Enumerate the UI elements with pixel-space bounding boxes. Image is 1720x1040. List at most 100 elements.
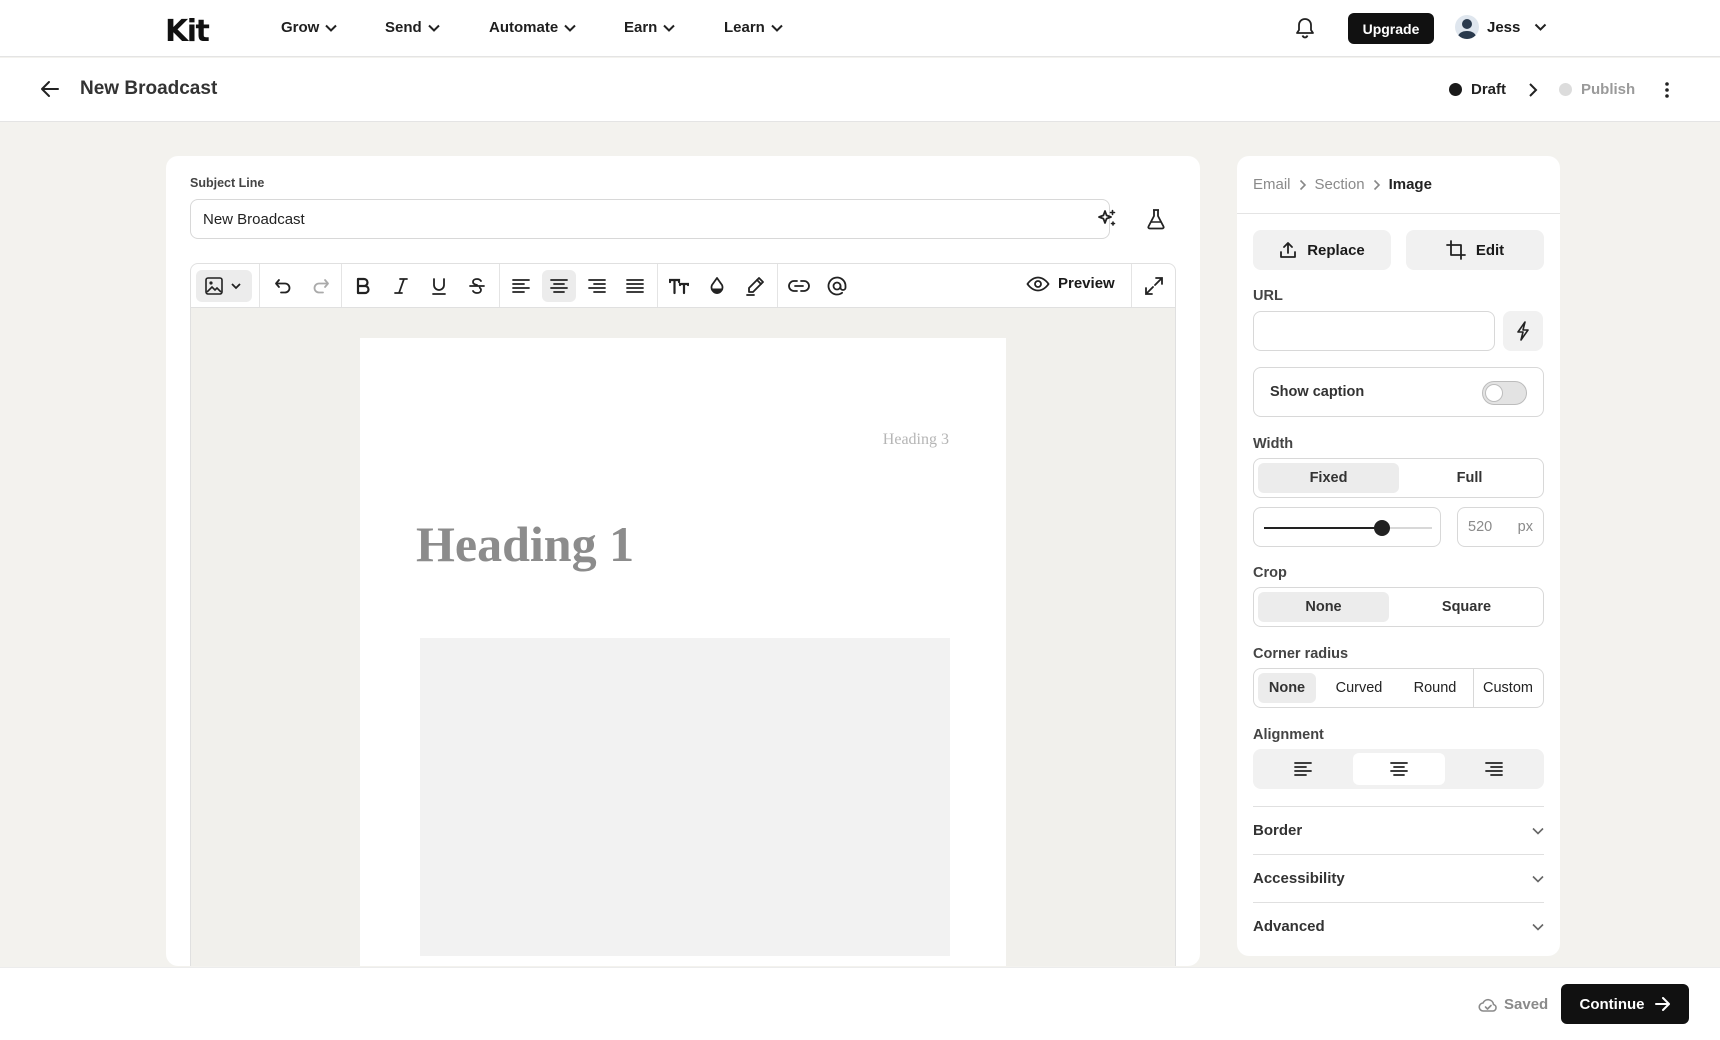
image-align-left-icon[interactable]: [1257, 753, 1349, 785]
upgrade-button[interactable]: Upgrade: [1348, 13, 1434, 44]
radius-custom-option[interactable]: Custom: [1475, 673, 1541, 703]
link-icon[interactable]: [782, 270, 816, 302]
width-label: Width: [1253, 436, 1294, 452]
corner-radius-segmented-control: None Curved Round Custom: [1253, 668, 1544, 708]
heading-3-block[interactable]: Heading 3: [883, 431, 949, 449]
advanced-section[interactable]: Advanced: [1253, 902, 1544, 950]
heading-1-block[interactable]: Heading 1: [416, 515, 634, 573]
page-title: New Broadcast: [80, 78, 218, 99]
nav-earn[interactable]: Earn: [624, 19, 676, 36]
font-size-icon[interactable]: [662, 270, 696, 302]
status-publish[interactable]: Publish: [1559, 81, 1635, 98]
nav-learn-label: Learn: [724, 19, 765, 36]
bell-icon[interactable]: [1295, 17, 1315, 39]
replace-label: Replace: [1307, 241, 1365, 259]
replace-button[interactable]: Replace: [1253, 230, 1391, 270]
test-flask-icon[interactable]: [1145, 208, 1167, 230]
align-right-icon[interactable]: [580, 270, 614, 302]
corner-radius-label: Corner radius: [1253, 646, 1349, 662]
chevron-down-icon: [427, 24, 440, 32]
width-value-field[interactable]: 520 px: [1457, 507, 1544, 547]
preview-button[interactable]: Preview: [1026, 275, 1115, 292]
subject-line-label: Subject Line: [190, 176, 265, 190]
lightning-bolt-icon[interactable]: [1503, 311, 1543, 351]
email-body: Heading 3 Heading 1: [360, 338, 1006, 966]
chevron-down-icon: [771, 24, 783, 32]
image-placeholder-block[interactable]: [420, 638, 950, 956]
ai-sparkle-icon[interactable]: [1096, 208, 1118, 230]
crop-square-option[interactable]: Square: [1393, 592, 1540, 622]
continue-label: Continue: [1579, 995, 1645, 1013]
image-settings-panel: Email Section Image Replace Edit URL Sho…: [1237, 156, 1560, 956]
border-section[interactable]: Border: [1253, 806, 1544, 854]
radius-round-option[interactable]: Round: [1400, 673, 1470, 703]
radius-curved-option[interactable]: Curved: [1320, 673, 1398, 703]
broadcast-header: New Broadcast Draft Publish: [0, 58, 1720, 122]
breadcrumb-section[interactable]: Section: [1315, 176, 1365, 193]
nav-send[interactable]: Send: [385, 19, 440, 36]
undo-icon[interactable]: [266, 270, 300, 302]
accessibility-section-label: Accessibility: [1253, 870, 1345, 887]
toolbar-divider: [657, 264, 658, 307]
draft-dot-icon: [1449, 83, 1462, 96]
toggle-knob: [1485, 384, 1503, 402]
chevron-down-icon: [1535, 23, 1547, 31]
image-align-center-icon[interactable]: [1353, 753, 1445, 785]
subject-line-input[interactable]: [190, 199, 1110, 239]
nav-grow-label: Grow: [281, 19, 320, 36]
width-full-option[interactable]: Full: [1399, 463, 1540, 493]
chevron-right-icon: [1299, 179, 1306, 190]
editor-toolbar: Preview: [190, 263, 1176, 308]
bold-icon[interactable]: [346, 270, 380, 302]
text-color-icon[interactable]: [700, 270, 734, 302]
breadcrumb-email[interactable]: Email: [1253, 176, 1291, 193]
upload-icon: [1280, 242, 1297, 258]
edit-button[interactable]: Edit: [1406, 230, 1544, 270]
width-slider-thumb[interactable]: [1373, 520, 1390, 536]
divider: [1473, 669, 1474, 707]
status-publish-label: Publish: [1581, 81, 1636, 98]
crop-none-option[interactable]: None: [1258, 592, 1389, 622]
image-align-right-icon[interactable]: [1448, 753, 1540, 785]
width-unit: px: [1517, 519, 1533, 535]
align-center-icon[interactable]: [542, 270, 576, 302]
toolbar-divider: [1131, 264, 1132, 307]
kit-logo[interactable]: Kit: [165, 14, 210, 49]
toolbar-divider: [499, 264, 500, 307]
url-input[interactable]: [1253, 311, 1495, 351]
underline-icon[interactable]: [422, 270, 456, 302]
accessibility-section[interactable]: Accessibility: [1253, 854, 1544, 902]
align-justify-icon[interactable]: [618, 270, 652, 302]
eye-icon: [1026, 276, 1050, 291]
continue-button[interactable]: Continue: [1561, 984, 1689, 1024]
status-draft-label: Draft: [1471, 81, 1507, 98]
toolbar-divider: [259, 264, 260, 307]
expand-fullscreen-icon[interactable]: [1137, 270, 1171, 302]
crop-label: Crop: [1253, 565, 1287, 581]
width-slider-track[interactable]: [1264, 520, 1432, 536]
nav-earn-label: Earn: [624, 19, 658, 36]
status-draft[interactable]: Draft: [1449, 81, 1506, 98]
saved-label: Saved: [1504, 996, 1549, 1013]
radius-none-option[interactable]: None: [1258, 673, 1316, 703]
nav-learn[interactable]: Learn: [724, 19, 783, 36]
mention-at-icon[interactable]: [820, 270, 854, 302]
chevron-down-icon: [1532, 923, 1544, 931]
nav-automate-label: Automate: [489, 19, 559, 36]
italic-icon[interactable]: [384, 270, 418, 302]
back-arrow-icon[interactable]: [40, 79, 60, 99]
show-caption-toggle[interactable]: [1482, 381, 1527, 405]
nav-automate[interactable]: Automate: [489, 19, 576, 36]
strikethrough-icon[interactable]: [460, 270, 494, 302]
arrow-right-icon: [1654, 997, 1670, 1011]
bottom-action-bar: Saved Continue: [0, 967, 1720, 1040]
breadcrumb-image: Image: [1388, 176, 1432, 193]
highlight-pen-icon[interactable]: [738, 270, 772, 302]
user-menu[interactable]: Jess: [1455, 15, 1547, 39]
width-fixed-option[interactable]: Fixed: [1258, 463, 1399, 493]
redo-icon[interactable]: [304, 270, 338, 302]
nav-grow[interactable]: Grow: [281, 19, 338, 36]
align-left-icon[interactable]: [504, 270, 538, 302]
insert-image-dropdown[interactable]: [196, 270, 252, 302]
more-options-icon[interactable]: [1656, 80, 1678, 100]
